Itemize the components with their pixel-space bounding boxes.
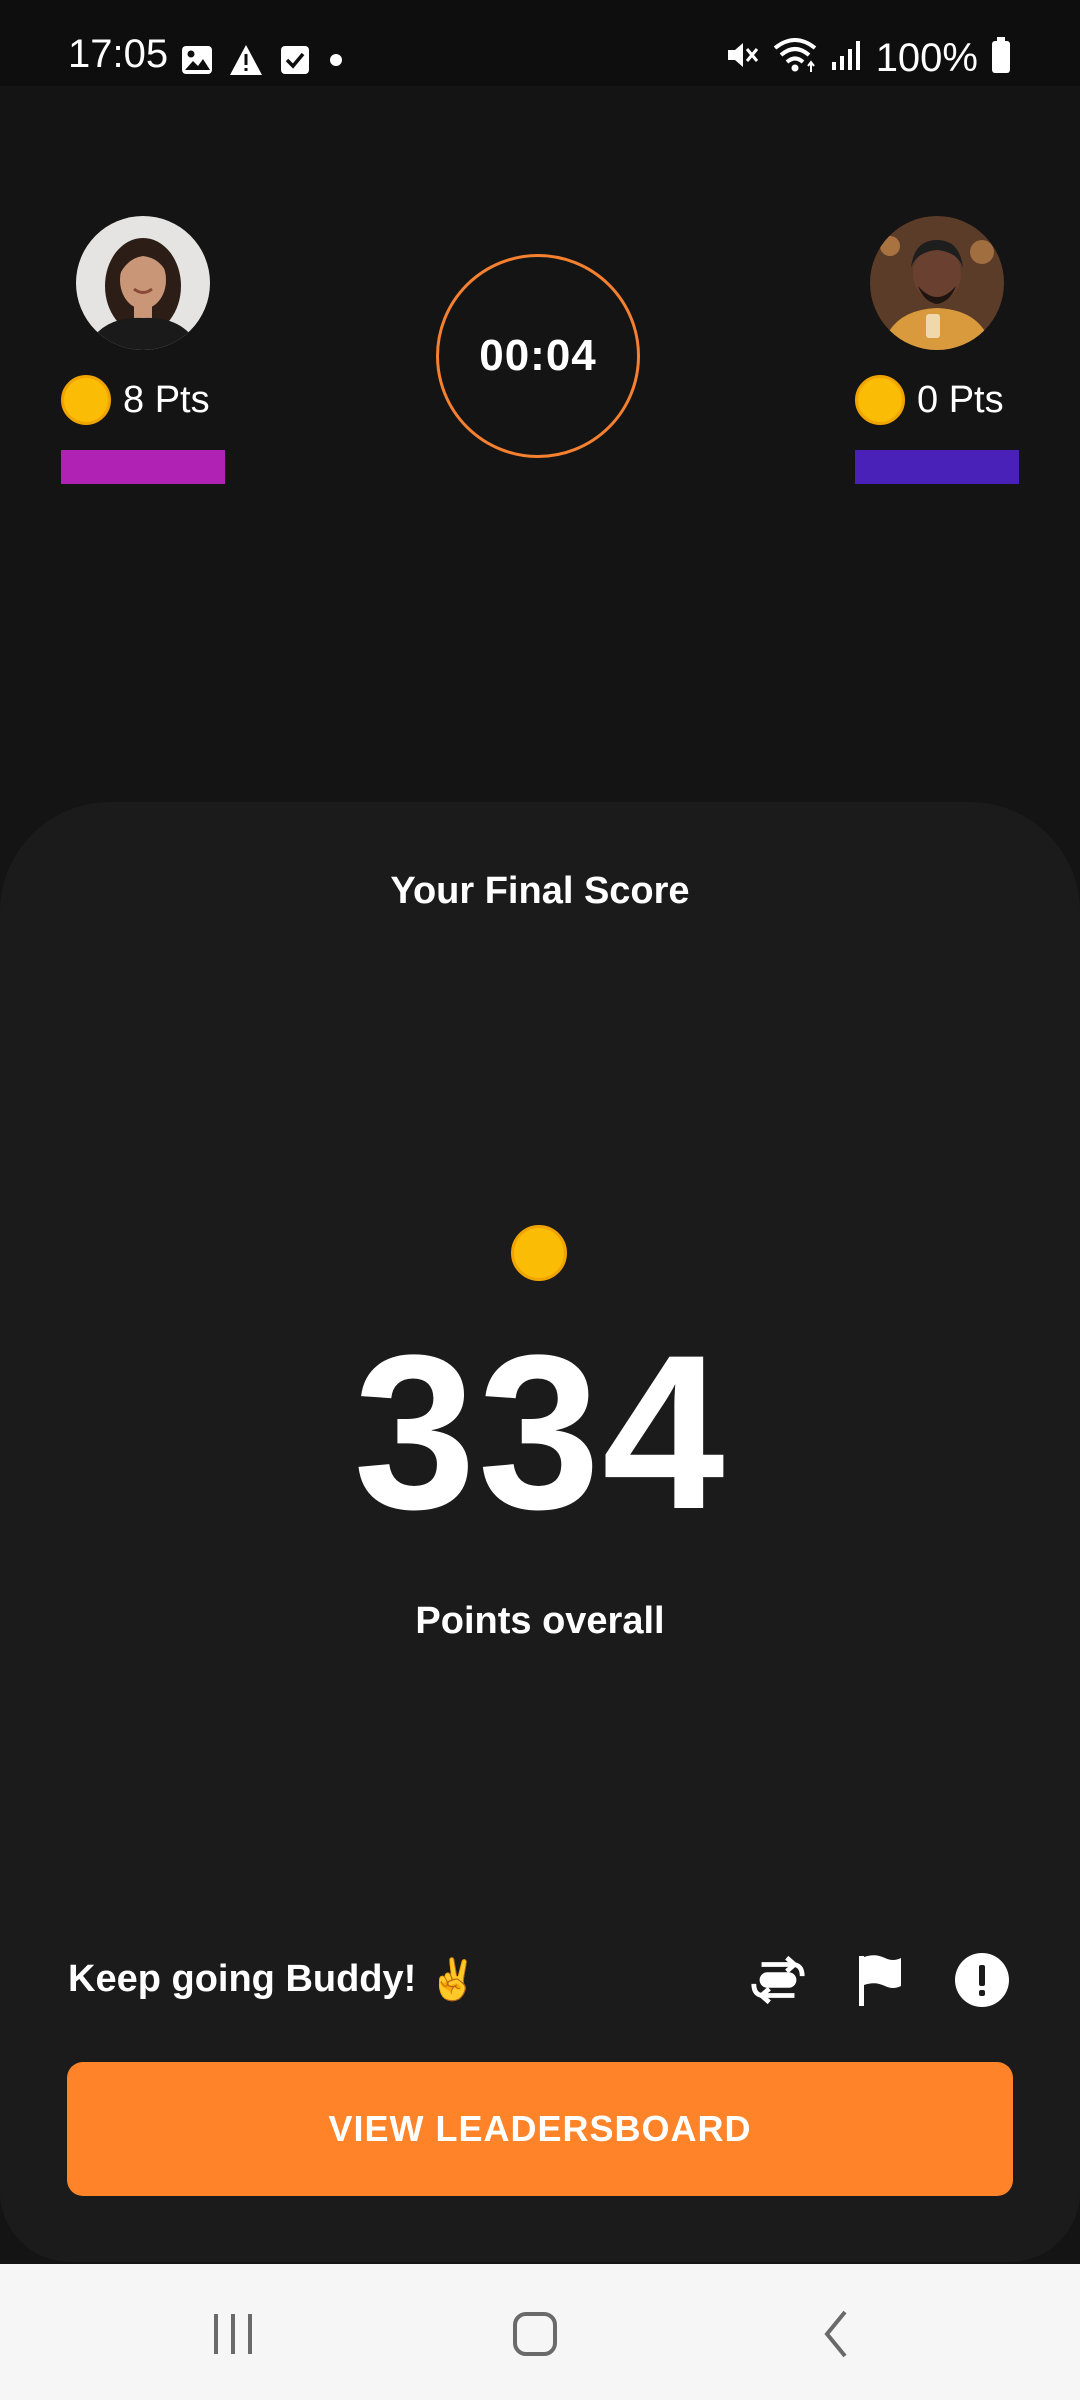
report-button[interactable] bbox=[850, 1950, 910, 2010]
encouragement-message: Keep going Buddy! ✌️ bbox=[68, 1958, 478, 2001]
coin-icon bbox=[61, 375, 111, 425]
home-icon bbox=[513, 2312, 557, 2356]
final-score-title: Your Final Score bbox=[390, 870, 690, 912]
result-actions bbox=[748, 1950, 1012, 2010]
coin-icon bbox=[855, 375, 905, 425]
repeat-icon bbox=[751, 1955, 805, 2005]
player-left: 8 Pts bbox=[61, 216, 225, 484]
quiz-result-screen: 17:05 100% 8 Pts 00:04 0 Pts Your Final … bbox=[0, 0, 1080, 2400]
coin-icon bbox=[511, 1225, 567, 1281]
warning-icon bbox=[228, 43, 264, 77]
mute-icon bbox=[724, 37, 760, 78]
points-label: 8 Pts bbox=[123, 379, 210, 421]
repeat-button[interactable] bbox=[748, 1950, 808, 2010]
flag-icon bbox=[859, 1955, 901, 2006]
player-right: 0 Pts bbox=[855, 216, 1019, 484]
back-button[interactable] bbox=[797, 2294, 877, 2374]
checkbox-icon bbox=[278, 43, 312, 77]
info-icon bbox=[955, 1953, 1009, 2007]
avatar[interactable] bbox=[76, 216, 210, 350]
player-score: 8 Pts bbox=[61, 375, 225, 425]
score-caption: Points overall bbox=[415, 1600, 665, 1642]
info-button[interactable] bbox=[952, 1950, 1012, 2010]
status-time: 17:05 bbox=[68, 32, 169, 76]
recents-icon bbox=[214, 2314, 252, 2354]
points-label: 0 Pts bbox=[917, 379, 1004, 421]
avatar[interactable] bbox=[870, 216, 1004, 350]
home-button[interactable] bbox=[495, 2294, 575, 2374]
progress-bar bbox=[61, 450, 225, 484]
system-navigation-bar bbox=[0, 2264, 1080, 2400]
encouragement-text: Keep going Buddy! bbox=[68, 1958, 417, 2000]
progress-bar bbox=[855, 450, 1019, 484]
final-score-value: 334 bbox=[353, 1309, 727, 1555]
gallery-icon bbox=[180, 43, 214, 77]
status-notification-icons bbox=[180, 43, 346, 77]
final-score-card: Your Final Score 334 Points overall Keep… bbox=[0, 802, 1080, 2262]
status-system-icons: 100% bbox=[724, 36, 1012, 79]
wifi-icon bbox=[772, 36, 818, 79]
status-bar: 17:05 100% bbox=[0, 0, 1080, 86]
victory-hand-icon: ✌️ bbox=[428, 1957, 479, 2002]
timer-value: 00:04 bbox=[479, 331, 597, 380]
view-leaderboard-button[interactable]: VIEW LEADERSBOARD bbox=[67, 2062, 1013, 2196]
back-icon bbox=[824, 2310, 847, 2358]
recents-button[interactable] bbox=[193, 2294, 273, 2374]
battery-icon bbox=[990, 36, 1012, 79]
battery-percent: 100% bbox=[875, 35, 978, 80]
signal-icon bbox=[830, 38, 864, 77]
dot-icon bbox=[326, 43, 346, 77]
player-score: 0 Pts bbox=[855, 375, 1019, 425]
countdown-timer: 00:04 bbox=[436, 254, 640, 458]
